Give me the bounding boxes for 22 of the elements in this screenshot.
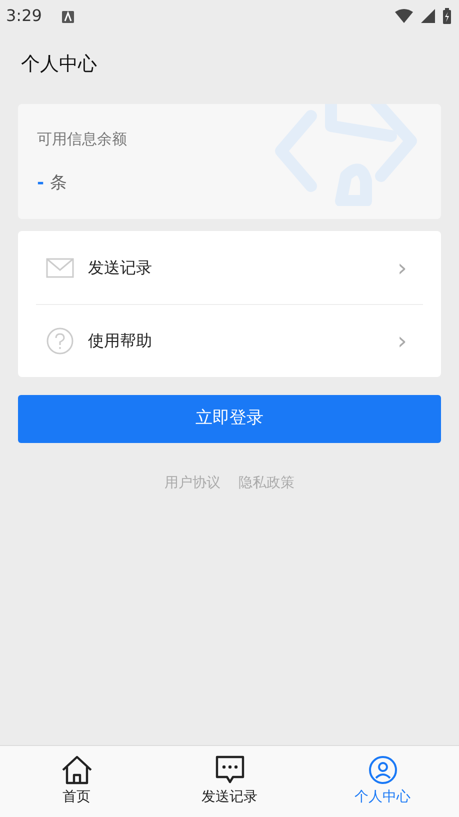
person-icon	[368, 755, 398, 785]
chat-icon	[214, 755, 244, 785]
home-icon	[60, 755, 94, 785]
chevron-icon: ›	[397, 323, 417, 359]
balance-value: -	[37, 172, 44, 194]
help-icon	[46, 327, 74, 355]
page-title: 个人中心	[20, 52, 98, 77]
wifi-icon	[395, 9, 413, 23]
chevron-icon: ›	[397, 250, 417, 286]
clock: 3:29	[6, 5, 42, 27]
balance-label: 可用信息余额	[37, 129, 128, 150]
tab[interactable]: 首页	[0, 746, 153, 817]
menu-item[interactable]: 使用帮助 ›	[36, 304, 423, 377]
signal-icon	[421, 9, 435, 23]
login-button[interactable]: 立即登录	[18, 395, 441, 443]
tab[interactable]: 发送记录	[153, 746, 306, 817]
mail-icon	[46, 258, 74, 278]
battery-icon	[443, 8, 451, 24]
notification-icon	[62, 10, 74, 23]
unit-label: 条	[50, 172, 68, 194]
menu-item[interactable]: 发送记录 ›	[36, 231, 423, 304]
tab[interactable]: 个人中心	[306, 746, 459, 817]
